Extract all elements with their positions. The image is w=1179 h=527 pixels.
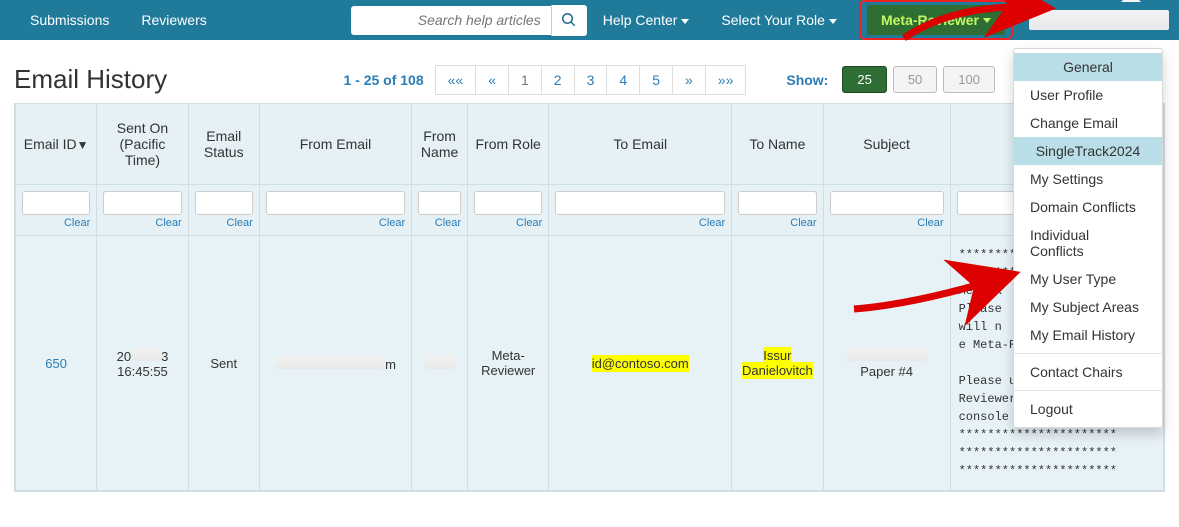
column-header-row: Email ID▼ Sent On (Pacific Time) Email S… (16, 104, 1164, 185)
col-from-name[interactable]: From Name (412, 104, 468, 185)
email-id-link[interactable]: 650 (45, 356, 67, 371)
meta-reviewer-highlight-box: Meta-Reviewer (859, 0, 1013, 40)
cell-email-id: 650 (16, 236, 97, 491)
menu-my-email-history[interactable]: My Email History (1014, 321, 1162, 349)
toolbar-row: Email History 1 - 25 of 108 «« « 1 2 3 4… (0, 40, 1179, 103)
top-nav: Submissions Reviewers Help Center Select… (0, 0, 1179, 40)
filter-status[interactable] (195, 191, 253, 215)
menu-separator (1014, 353, 1162, 354)
column-filter-row: Clear Clear Clear Clear Clear Clear Clea… (16, 185, 1164, 236)
caret-down-icon (829, 19, 837, 24)
cell-subject: Paper #4 (823, 236, 950, 491)
pager-page-5[interactable]: 5 (639, 65, 673, 95)
show-100[interactable]: 100 (943, 66, 995, 93)
menu-individual-conflicts[interactable]: Individual Conflicts (1014, 221, 1162, 265)
show-label: Show: (786, 72, 828, 88)
nav-submissions[interactable]: Submissions (14, 2, 125, 38)
cell-from-role: Meta-Reviewer (468, 236, 549, 491)
nav-help-center[interactable]: Help Center (587, 2, 706, 38)
filter-clear[interactable]: Clear (379, 217, 405, 229)
cell-from-email: m (259, 236, 411, 491)
dropdown-pointer-icon (1121, 0, 1141, 2)
show-50[interactable]: 50 (893, 66, 937, 93)
col-to-name[interactable]: To Name (732, 104, 823, 185)
user-dropdown-menu: General User Profile Change Email Single… (1013, 48, 1163, 428)
email-history-grid: Email ID▼ Sent On (Pacific Time) Email S… (14, 103, 1165, 492)
menu-section-track: SingleTrack2024 (1014, 137, 1162, 165)
col-subject[interactable]: Subject (823, 104, 950, 185)
user-area-blurred[interactable] (1029, 5, 1169, 35)
menu-change-email[interactable]: Change Email (1014, 109, 1162, 137)
search-icon (561, 12, 577, 28)
col-to-email[interactable]: To Email (549, 104, 732, 185)
pager-last[interactable]: »» (705, 65, 747, 95)
pager-first[interactable]: «« (435, 65, 477, 95)
filter-from-email[interactable] (266, 191, 405, 215)
col-from-email[interactable]: From Email (259, 104, 411, 185)
pager-prev[interactable]: « (475, 65, 509, 95)
nav-reviewers[interactable]: Reviewers (125, 2, 222, 38)
menu-section-general: General (1014, 53, 1162, 81)
meta-reviewer-button[interactable]: Meta-Reviewer (867, 5, 1005, 35)
menu-user-profile[interactable]: User Profile (1014, 81, 1162, 109)
filter-clear[interactable]: Clear (790, 217, 816, 229)
pager: «« « 1 2 3 4 5 » »» (436, 65, 747, 95)
caret-down-icon (681, 19, 689, 24)
pager-page-1[interactable]: 1 (508, 65, 542, 95)
search-input[interactable] (351, 6, 551, 35)
search-bar (351, 5, 587, 36)
pager-page-3[interactable]: 3 (574, 65, 608, 95)
filter-subject[interactable] (830, 191, 944, 215)
pager-next[interactable]: » (672, 65, 706, 95)
filter-from-role[interactable] (474, 191, 542, 215)
show-25[interactable]: 25 (842, 66, 886, 93)
filter-clear[interactable]: Clear (917, 217, 943, 229)
filter-to-email[interactable] (555, 191, 725, 215)
sort-desc-icon: ▼ (77, 138, 89, 152)
filter-clear[interactable]: Clear (64, 217, 90, 229)
filter-sent-on[interactable] (103, 191, 181, 215)
filter-to-name[interactable] (738, 191, 816, 215)
cell-to-email: id@contoso.com (549, 236, 732, 491)
menu-separator (1014, 390, 1162, 391)
filter-clear[interactable]: Clear (435, 217, 461, 229)
col-sent-on[interactable]: Sent On (Pacific Time) (97, 104, 188, 185)
filter-clear[interactable]: Clear (155, 217, 181, 229)
nav-select-role[interactable]: Select Your Role (705, 2, 853, 38)
filter-clear[interactable]: Clear (516, 217, 542, 229)
filter-from-name[interactable] (418, 191, 461, 215)
cell-sent-on: 203 16:45:55 (97, 236, 188, 491)
menu-domain-conflicts[interactable]: Domain Conflicts (1014, 193, 1162, 221)
col-email-status[interactable]: Email Status (188, 104, 259, 185)
filter-email-id[interactable] (22, 191, 90, 215)
col-from-role[interactable]: From Role (468, 104, 549, 185)
filter-clear[interactable]: Clear (699, 217, 725, 229)
menu-contact-chairs[interactable]: Contact Chairs (1014, 358, 1162, 386)
page-title: Email History (14, 64, 167, 95)
menu-my-subject-areas[interactable]: My Subject Areas (1014, 293, 1162, 321)
col-email-id[interactable]: Email ID▼ (16, 104, 97, 185)
menu-my-settings[interactable]: My Settings (1014, 165, 1162, 193)
search-button[interactable] (551, 5, 587, 36)
menu-my-user-type[interactable]: My User Type (1014, 265, 1162, 293)
caret-down-icon (983, 18, 991, 23)
cell-from-name (412, 236, 468, 491)
cell-status: Sent (188, 236, 259, 491)
result-range: 1 - 25 of 108 (343, 72, 423, 88)
menu-logout[interactable]: Logout (1014, 395, 1162, 423)
pager-page-2[interactable]: 2 (541, 65, 575, 95)
filter-clear[interactable]: Clear (227, 217, 253, 229)
cell-to-name: Issur Danielovitch (732, 236, 823, 491)
table-row: 650 203 16:45:55 Sent m Meta-Reviewer id… (16, 236, 1164, 491)
pager-page-4[interactable]: 4 (606, 65, 640, 95)
